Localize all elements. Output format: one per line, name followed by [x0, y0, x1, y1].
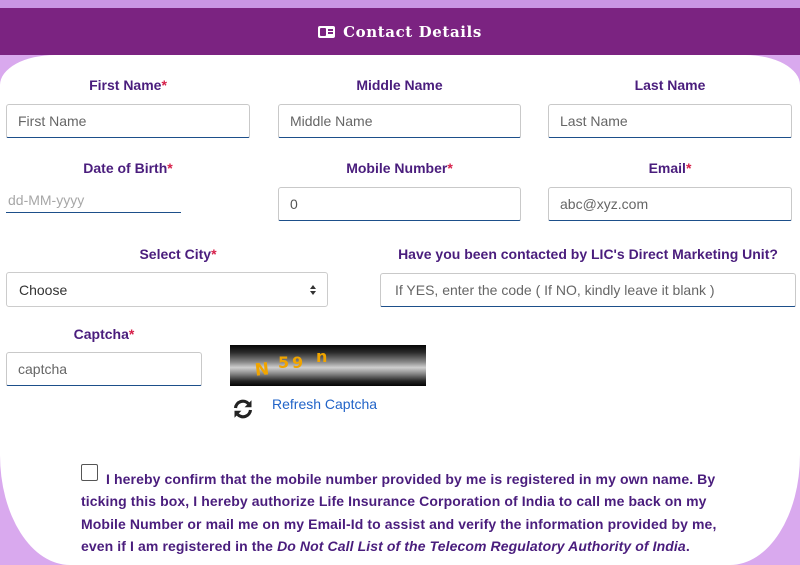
last-name-input[interactable]	[548, 104, 792, 138]
consent-end-text: .	[685, 538, 690, 555]
first-name-input[interactable]	[6, 104, 250, 138]
dob-input[interactable]	[6, 188, 181, 213]
captcha-char: 9	[292, 353, 304, 372]
city-select-value: Choose	[19, 281, 68, 298]
required-mark: *	[685, 160, 692, 176]
captcha-char: n	[316, 347, 328, 366]
required-mark: *	[161, 77, 167, 93]
mobile-label: Mobile Number*	[278, 160, 521, 176]
select-arrows-icon	[310, 284, 316, 295]
lic-dmu-code-input[interactable]	[380, 273, 796, 307]
mobile-input[interactable]	[278, 187, 521, 221]
consent-text: I hereby confirm that the mobile number …	[81, 468, 721, 558]
city-select[interactable]: Choose	[6, 272, 328, 307]
captcha-label: Captcha*	[6, 326, 202, 342]
refresh-icon[interactable]	[231, 397, 255, 421]
dnc-list-text: Do Not Call List of the Telecom Regulato…	[277, 538, 686, 555]
required-mark: *	[167, 160, 173, 176]
last-name-label: Last Name	[634, 77, 706, 93]
section-header: Contact Details	[0, 8, 800, 55]
required-mark: *	[128, 326, 135, 342]
city-label: Select City*	[6, 246, 350, 262]
captcha-char: N	[253, 359, 271, 381]
mobile-label-text: Mobile Number	[346, 160, 448, 176]
dob-label-text: Date of Birth	[83, 160, 168, 176]
required-mark: *	[447, 160, 453, 176]
required-mark: *	[211, 246, 217, 262]
captcha-image: N 5 9 n	[230, 345, 426, 386]
first-name-label: First Name*	[6, 77, 250, 93]
email-input[interactable]	[548, 187, 792, 221]
dob-label: Date of Birth*	[6, 160, 250, 176]
email-label-text: Email	[648, 160, 686, 176]
first-name-label-text: First Name	[89, 77, 162, 93]
city-label-text: Select City	[139, 246, 212, 262]
refresh-captcha-link[interactable]: Refresh Captcha	[272, 396, 377, 412]
email-label: Email*	[548, 160, 792, 176]
middle-name-input[interactable]	[278, 104, 521, 138]
captcha-input[interactable]	[6, 352, 202, 386]
section-title: Contact Details	[343, 22, 482, 41]
captcha-label-text: Captcha	[73, 326, 129, 342]
middle-name-label: Middle Name	[356, 77, 443, 93]
contact-card-icon	[318, 25, 336, 38]
top-stripe	[0, 0, 800, 8]
lic-dmu-label: Have you been contacted by LIC's Direct …	[398, 246, 778, 262]
captcha-char: 5	[278, 353, 290, 372]
